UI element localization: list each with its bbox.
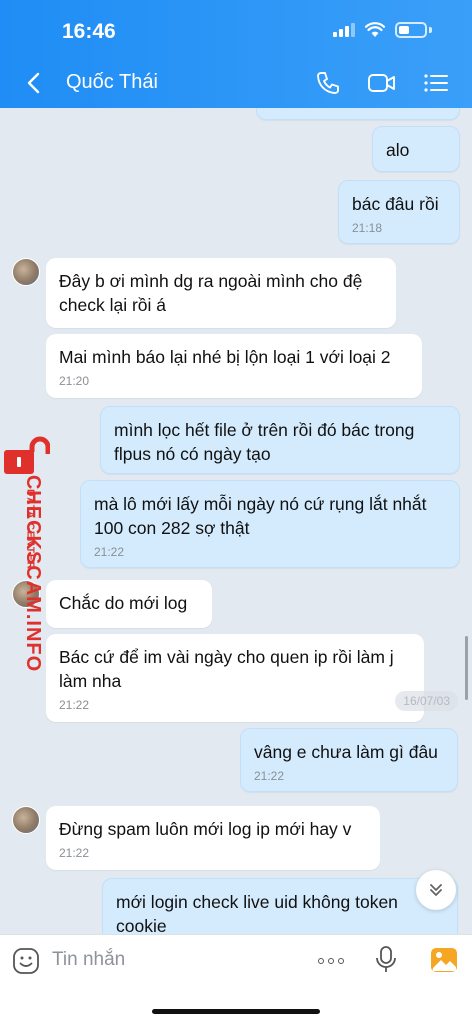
list-menu-icon [424, 74, 448, 92]
battery-icon [395, 22, 427, 38]
message-bubble[interactable]: Mai mình báo lại nhé bị lộn loại 1 với l… [46, 334, 422, 398]
message-bubble[interactable]: Chắc do mới log [46, 580, 212, 628]
message-bubble[interactable]: Bác cứ để im vài ngày cho quen ip rồi là… [46, 634, 424, 722]
message-text: vâng e chưa làm gì đâu [254, 742, 438, 762]
status-icons [333, 22, 432, 38]
message-text: Đây b ơi mình dg ra ngoài mình cho đệ ch… [59, 271, 363, 315]
message-input-bar: Tin nhắn [0, 934, 472, 1024]
message-text: Đừng spam luôn mới log ip mới hay v [59, 819, 352, 839]
date-chip: 16/07/03 [395, 691, 458, 711]
message-time: 21:22 [254, 769, 285, 783]
header-actions [312, 68, 452, 98]
message-time: 21:22 [59, 698, 90, 712]
message-text: Bác cứ để im vài ngày cho quen ip rồi là… [59, 647, 394, 691]
message-bubble-partial[interactable] [256, 108, 460, 120]
back-button[interactable] [18, 68, 48, 98]
message-list[interactable]: alo bác đâu rồi 21:18 Đây b ơi mình dg r… [0, 108, 472, 934]
avatar[interactable] [12, 806, 40, 834]
message-text: mà lô mới lấy mỗi ngày nó cứ rụng lắt nh… [94, 494, 427, 538]
scroll-to-bottom-button[interactable] [416, 870, 456, 910]
contact-name[interactable]: Quốc Thái [66, 71, 158, 94]
call-button[interactable] [312, 68, 344, 98]
message-bubble[interactable]: Đây b ơi mình dg ra ngoài mình cho đệ ch… [46, 258, 396, 328]
message-bubble[interactable]: vâng e chưa làm gì đâu 21:22 [240, 728, 458, 792]
double-chevron-down-icon [430, 884, 442, 896]
scrollbar[interactable] [465, 636, 468, 700]
message-text: mới login check live uid không token coo… [116, 892, 398, 934]
message-bubble[interactable]: Đừng spam luôn mới log ip mới hay v 21:2… [46, 806, 380, 870]
home-indicator [152, 1009, 320, 1014]
image-icon[interactable] [430, 947, 458, 973]
message-text: mình lọc hết file ở trên rồi đó bác tron… [114, 420, 415, 464]
phone-icon [317, 72, 339, 94]
message-bubble[interactable]: bác đâu rồi 21:18 [338, 180, 460, 244]
message-bubble[interactable]: mình lọc hết file ở trên rồi đó bác tron… [100, 406, 460, 474]
more-options-button[interactable] [318, 949, 350, 973]
lock-icon [4, 436, 50, 474]
chevron-left-icon [27, 72, 40, 94]
menu-button[interactable] [420, 68, 452, 98]
video-camera-icon [368, 74, 395, 92]
status-time: 16:46 [62, 20, 116, 43]
message-time: 21:22 [59, 846, 90, 860]
signal-icon [333, 23, 355, 37]
message-text: alo [386, 140, 410, 160]
watermark: DATA CENTER CHECKSCAM.INFO [0, 436, 60, 672]
avatar[interactable] [12, 258, 40, 286]
message-bubble[interactable]: mới login check live uid không token coo… [102, 878, 458, 934]
message-text: Mai mình báo lại nhé bị lộn loại 1 với l… [59, 347, 391, 367]
message-time: 21:18 [352, 221, 383, 235]
watermark-title: CHECKSCAM.INFO [22, 474, 44, 673]
video-call-button[interactable] [366, 68, 398, 98]
message-bubble[interactable]: alo [372, 126, 460, 172]
message-time: 21:22 [94, 545, 125, 559]
emoji-icon[interactable] [12, 947, 40, 975]
chat-header: 16:46 Quốc Thái [0, 0, 472, 108]
message-bubble[interactable]: mà lô mới lấy mỗi ngày nó cứ rụng lắt nh… [80, 480, 460, 568]
microphone-icon[interactable] [374, 945, 398, 975]
message-input[interactable]: Tin nhắn [52, 949, 125, 971]
message-text: bác đâu rồi [352, 194, 439, 214]
message-text: Chắc do mới log [59, 593, 188, 613]
wifi-icon [365, 22, 385, 37]
message-time: 21:20 [59, 374, 90, 388]
